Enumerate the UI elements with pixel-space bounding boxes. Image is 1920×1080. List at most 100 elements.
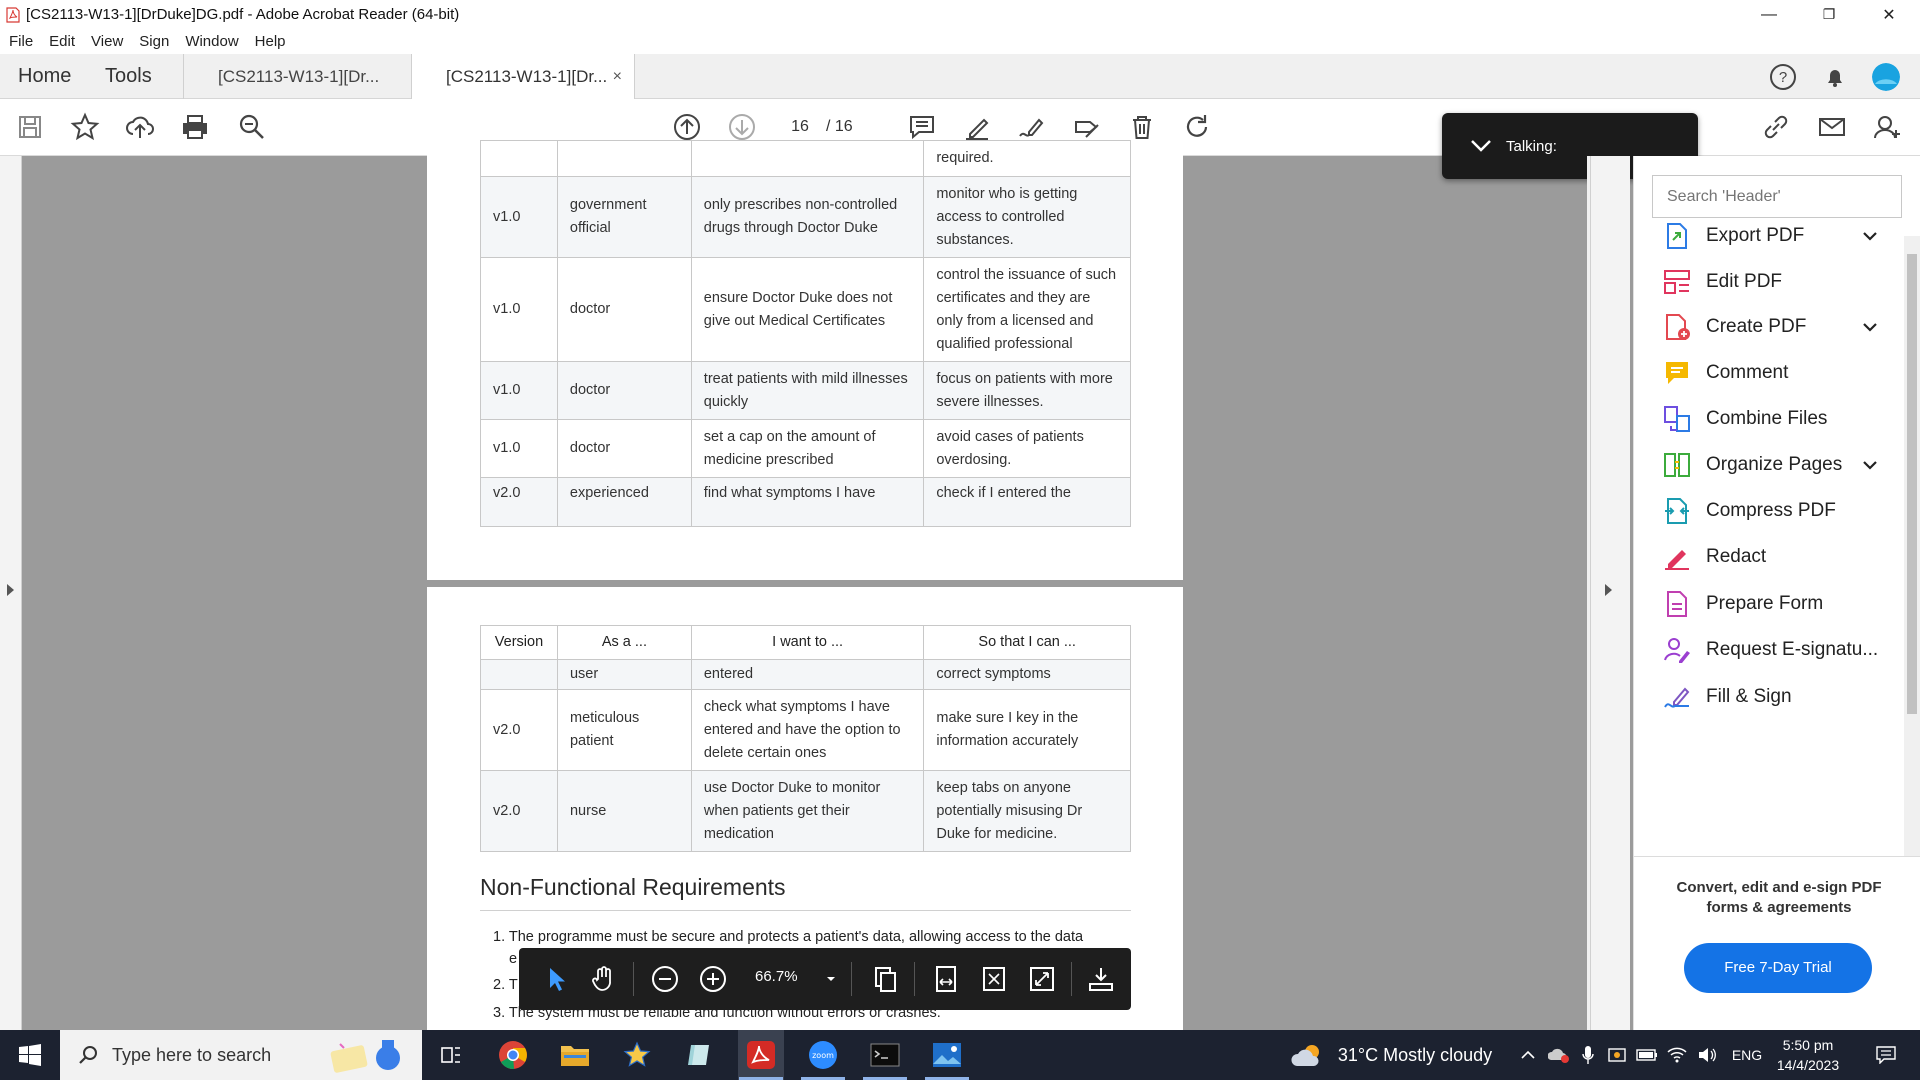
tool-comment[interactable]: Comment xyxy=(1662,353,1892,393)
full-screen-icon[interactable] xyxy=(1027,964,1057,994)
tool-fill-sign[interactable]: Fill & Sign xyxy=(1662,677,1892,717)
draw-signature-icon[interactable] xyxy=(1017,112,1047,142)
tab-bar: Home Tools [CS2113-W13-1][Dr... [CS2113-… xyxy=(0,54,1920,100)
tools-panel-scrollbar[interactable] xyxy=(1904,236,1920,856)
weather-text[interactable]: 31°C Mostly cloudy xyxy=(1330,1030,1500,1080)
tools-search-input[interactable] xyxy=(1652,175,1902,218)
microphone-icon[interactable] xyxy=(1576,1030,1600,1080)
tool-export-pdf[interactable]: Export PDF xyxy=(1662,216,1892,256)
bookmark-star-icon[interactable] xyxy=(70,112,100,142)
add-user-icon[interactable] xyxy=(1872,112,1902,142)
acrobat-taskbar-icon[interactable] xyxy=(738,1030,784,1080)
clock-date: 14/4/2023 xyxy=(1776,1057,1840,1073)
chevron-down-icon[interactable] xyxy=(1862,457,1878,479)
menu-window[interactable]: Window xyxy=(185,33,238,50)
cell: make sure I key in the information accur… xyxy=(923,689,1131,771)
current-page-input[interactable]: 16 xyxy=(781,113,819,141)
volume-icon[interactable] xyxy=(1694,1030,1720,1080)
menu-file[interactable]: File xyxy=(9,33,33,50)
favorites-star-app-icon[interactable] xyxy=(614,1030,660,1080)
user-avatar[interactable] xyxy=(1872,63,1900,91)
previous-page-icon[interactable] xyxy=(672,112,702,142)
close-tab-icon[interactable]: × xyxy=(613,68,622,86)
tool-compress-pdf[interactable]: Compress PDF xyxy=(1662,491,1892,531)
close-window-button[interactable]: ✕ xyxy=(1860,0,1918,29)
scrollbar-thumb[interactable] xyxy=(1907,254,1917,714)
fit-width-icon[interactable] xyxy=(931,964,961,994)
windows-start-icon[interactable] xyxy=(0,1030,60,1080)
tool-request-esign[interactable]: Request E-signatu... xyxy=(1662,630,1892,670)
chrome-icon[interactable] xyxy=(490,1030,536,1080)
zoom-in-icon[interactable] xyxy=(698,964,728,994)
help-icon[interactable]: ? xyxy=(1769,63,1797,91)
expand-left-panel-icon[interactable] xyxy=(7,584,14,596)
tab-document-2[interactable]: [CS2113-W13-1][Dr... × xyxy=(411,54,634,100)
minimize-button[interactable]: — xyxy=(1740,0,1798,29)
highlight-pen-icon[interactable] xyxy=(962,112,992,142)
print-icon[interactable] xyxy=(180,112,210,142)
tray-overflow-chevron-icon[interactable] xyxy=(1516,1030,1540,1080)
right-panel-toggle[interactable] xyxy=(1590,156,1630,1030)
zoom-search-icon[interactable] xyxy=(237,112,267,142)
notes-app-icon[interactable] xyxy=(676,1030,722,1080)
comment-icon[interactable] xyxy=(907,112,937,142)
wifi-icon[interactable] xyxy=(1664,1030,1690,1080)
chevron-down-icon[interactable] xyxy=(1862,228,1878,250)
tool-combine-files[interactable]: Combine Files xyxy=(1662,399,1892,439)
hand-tool-icon[interactable] xyxy=(589,964,619,994)
task-view-icon[interactable] xyxy=(428,1030,474,1080)
combine-files-icon xyxy=(1662,404,1692,434)
tool-redact[interactable]: Redact xyxy=(1662,537,1892,577)
photos-app-icon[interactable] xyxy=(924,1030,970,1080)
collapse-right-panel-icon[interactable] xyxy=(1605,584,1612,596)
next-page-icon[interactable] xyxy=(727,112,757,142)
tool-organize-pages[interactable]: Organize Pages xyxy=(1662,445,1892,485)
read-mode-icon[interactable] xyxy=(1086,964,1116,994)
input-language[interactable]: ENG xyxy=(1724,1030,1770,1080)
share-link-icon[interactable] xyxy=(1761,112,1791,142)
tool-create-pdf[interactable]: Create PDF xyxy=(1662,307,1892,347)
battery-icon[interactable] xyxy=(1634,1030,1660,1080)
left-navigation-rail[interactable] xyxy=(0,156,22,1030)
taskbar-search[interactable]: Type here to search xyxy=(60,1030,422,1080)
camera-privacy-icon[interactable] xyxy=(1604,1030,1630,1080)
panel-divider xyxy=(1634,856,1920,857)
notifications-bell-icon[interactable] xyxy=(1821,63,1849,91)
tab-tools[interactable]: Tools xyxy=(105,54,152,99)
chevron-down-icon[interactable] xyxy=(1470,139,1492,153)
tool-edit-pdf[interactable]: Edit PDF xyxy=(1662,262,1892,302)
menu-help[interactable]: Help xyxy=(255,33,286,50)
zoom-level[interactable]: 66.7% xyxy=(755,968,798,985)
rotate-icon[interactable] xyxy=(1182,112,1212,142)
zoom-out-icon[interactable] xyxy=(650,964,680,994)
free-trial-button[interactable]: Free 7-Day Trial xyxy=(1684,943,1872,993)
email-icon[interactable] xyxy=(1817,112,1847,142)
stamp-icon[interactable] xyxy=(1072,112,1102,142)
delete-trash-icon[interactable] xyxy=(1127,112,1157,142)
tab-home[interactable]: Home xyxy=(18,54,71,99)
select-cursor-icon[interactable] xyxy=(541,964,571,994)
restore-button[interactable]: ❐ xyxy=(1800,0,1858,29)
fit-page-icon[interactable] xyxy=(979,964,1009,994)
menu-edit[interactable]: Edit xyxy=(49,33,75,50)
svg-text:zoom: zoom xyxy=(812,1051,834,1060)
cell: check if I entered the xyxy=(923,477,1131,527)
zoom-app-icon[interactable]: zoom xyxy=(800,1030,846,1080)
page-view-icon[interactable] xyxy=(870,964,900,994)
save-icon[interactable] xyxy=(15,112,45,142)
menu-sign[interactable]: Sign xyxy=(139,33,169,50)
tool-prepare-form[interactable]: Prepare Form xyxy=(1662,584,1892,624)
tab-document-1[interactable]: [CS2113-W13-1][Dr... xyxy=(183,54,411,99)
weather-cloud-icon[interactable] xyxy=(1290,1030,1326,1080)
upload-cloud-icon[interactable] xyxy=(125,112,155,142)
cell: government official xyxy=(556,176,692,258)
file-explorer-icon[interactable] xyxy=(552,1030,598,1080)
terminal-app-icon[interactable] xyxy=(862,1030,908,1080)
menu-view[interactable]: View xyxy=(91,33,123,50)
system-clock[interactable]: 5:50 pm 14/4/2023 xyxy=(1768,1035,1848,1075)
zoom-dropdown-icon[interactable] xyxy=(816,964,846,994)
chevron-down-icon[interactable] xyxy=(1862,319,1878,341)
onedrive-error-icon[interactable] xyxy=(1546,1030,1572,1080)
notification-center-icon[interactable] xyxy=(1866,1030,1906,1080)
menu-bar: File Edit View Sign Window Help xyxy=(0,29,1920,54)
